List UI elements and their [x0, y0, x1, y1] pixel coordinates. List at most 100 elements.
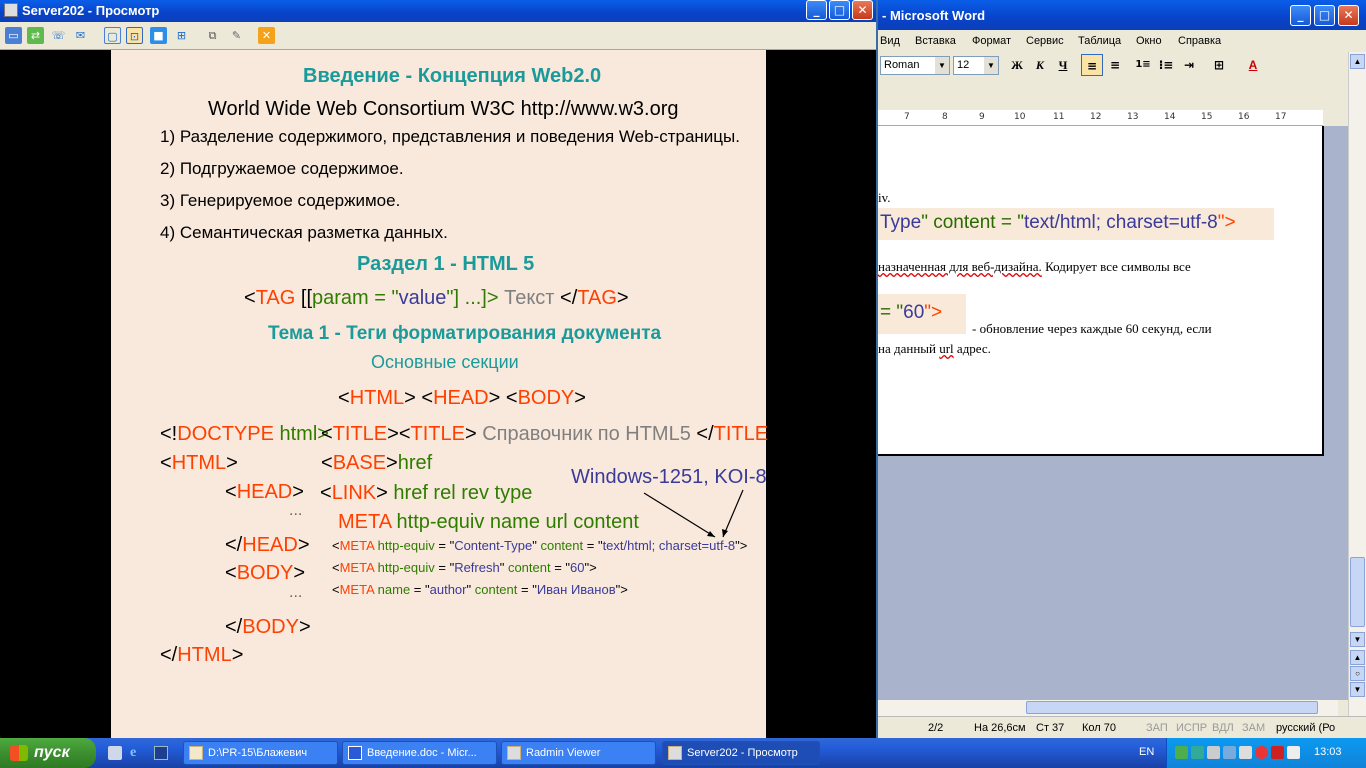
app-icon: [4, 3, 18, 17]
status-language: русский (Ро: [1276, 722, 1336, 734]
doc-text-line: назначенная для веб-дизайна. Кодирует вс…: [878, 259, 1191, 275]
menu-format[interactable]: Формат: [972, 35, 1011, 47]
next-page-icon[interactable]: ▼: [1350, 682, 1365, 697]
word-minimize-button[interactable]: _: [1290, 5, 1311, 26]
doc-code-image-1: Type" content = "text/html; charset=utf-…: [878, 208, 1274, 240]
antivirus-icon[interactable]: [1271, 746, 1284, 759]
word-menubar: Вид Вставка Формат Сервис Таблица Окно С…: [878, 30, 1366, 52]
arrow-head: [707, 531, 715, 537]
ruler-mark: 8: [942, 112, 948, 122]
doc-code-image-2: = "60">: [878, 294, 966, 334]
radmin-icon: [507, 746, 521, 760]
folder-icon: [189, 746, 203, 760]
media-icon[interactable]: [154, 746, 168, 760]
radmin-titlebar[interactable]: Server202 - Просмотр _ □ ✕: [0, 0, 876, 22]
word-titlebar[interactable]: - Microsoft Word _ □ ✕: [878, 0, 1366, 30]
doc-text-span: назначенная для веб-дизайна.: [878, 259, 1042, 274]
clock[interactable]: 13:03: [1314, 746, 1342, 758]
scrollbar-thumb[interactable]: [1350, 557, 1365, 627]
fit-screen-icon[interactable]: ⊡: [126, 27, 143, 44]
scroll-down-icon[interactable]: ▼: [1350, 632, 1365, 647]
code-text: = ": [880, 302, 904, 323]
font-color-icon[interactable]: A: [1242, 54, 1264, 76]
borders-icon[interactable]: ⊞: [1208, 54, 1230, 76]
status-ovr[interactable]: ЗАМ: [1242, 722, 1265, 734]
radmin-toolbar: ▭ ⇄ ☏ ✉ ▢ ⊡ ■ ⊞ ⧉ ✎ ✕: [0, 22, 876, 50]
transfer-icon[interactable]: ⇄: [27, 27, 44, 44]
horizontal-ruler[interactable]: 7 8 9 10 11 12 13 14 15 16 17: [878, 110, 1323, 126]
task-label: Введение.doc - Micr...: [367, 747, 477, 759]
full-screen-icon[interactable]: ■: [150, 27, 167, 44]
chevron-down-icon: ▼: [984, 57, 998, 74]
code-text: text/html; charset=utf-8: [1023, 212, 1218, 233]
scrollbar-thumb[interactable]: [1026, 701, 1318, 714]
opera-icon[interactable]: [1255, 746, 1268, 759]
radmin-close-button[interactable]: ✕: [852, 0, 873, 20]
network-icon[interactable]: [1175, 746, 1188, 759]
numbered-list-icon[interactable]: 1≡: [1132, 54, 1154, 76]
ruler-mark: 12: [1090, 112, 1102, 122]
start-button[interactable]: пуск: [0, 738, 96, 768]
menu-help[interactable]: Справка: [1178, 35, 1221, 47]
close-session-icon[interactable]: ✕: [258, 27, 275, 44]
prev-page-icon[interactable]: ▲: [1350, 650, 1365, 665]
align-left-icon[interactable]: ≡: [1081, 54, 1103, 76]
tools-icon[interactable]: ✎: [228, 27, 245, 44]
status-ext[interactable]: ВДЛ: [1212, 722, 1234, 734]
menu-tools[interactable]: Сервис: [1026, 35, 1064, 47]
bold-button[interactable]: Ж: [1006, 54, 1028, 76]
tray-app-icon[interactable]: [1239, 746, 1252, 759]
arrow-line: [722, 489, 744, 538]
window-icon[interactable]: ▢: [104, 27, 121, 44]
scale-icon[interactable]: ⊞: [173, 27, 190, 44]
menu-window[interactable]: Окно: [1136, 35, 1162, 47]
font-size-select[interactable]: 12 ▼: [953, 56, 999, 75]
remote-screen[interactable]: Введение - Концепция Web2.0 World Wide W…: [0, 50, 876, 738]
font-name-select[interactable]: Roman ▼: [880, 56, 950, 75]
horizontal-scrollbar[interactable]: [878, 700, 1338, 716]
network-icon[interactable]: [1191, 746, 1204, 759]
menu-table[interactable]: Таблица: [1078, 35, 1121, 47]
code-text: " content = ": [921, 212, 1024, 233]
italic-button[interactable]: К: [1029, 54, 1051, 76]
show-desktop-icon[interactable]: [108, 746, 122, 760]
language-indicator[interactable]: EN: [1139, 746, 1154, 758]
document-page[interactable]: iv. Type" content = "text/html; charset=…: [878, 126, 1324, 456]
monitor-icon[interactable]: ▭: [5, 27, 22, 44]
vertical-scrollbar[interactable]: ▲ ▼ ▲ ○ ▼: [1348, 52, 1366, 738]
scroll-up-icon[interactable]: ▲: [1350, 54, 1365, 69]
monitor-icon[interactable]: [1207, 746, 1220, 759]
radmin-maximize-button[interactable]: □: [829, 0, 850, 20]
phone-icon[interactable]: ☏: [50, 27, 67, 44]
menu-insert[interactable]: Вставка: [915, 35, 956, 47]
font-size-value: 12: [957, 59, 970, 71]
start-label: пуск: [34, 744, 70, 761]
volume-icon[interactable]: [1223, 746, 1236, 759]
tray-app-icon[interactable]: [1287, 746, 1300, 759]
internet-explorer-icon[interactable]: e: [130, 745, 146, 761]
ruler-mark: 9: [979, 112, 985, 122]
taskbar-item-radmin[interactable]: Radmin Viewer: [501, 741, 656, 765]
word-status-bar: 2/2 На 26,6см Ст 37 Кол 70 ЗАП ИСПР ВДЛ …: [878, 716, 1366, 738]
bullet-list-icon[interactable]: ⁝≡: [1155, 54, 1177, 76]
task-label: D:\PR-15\Блажевич: [208, 747, 308, 759]
status-page: 2/2: [928, 722, 944, 734]
taskbar-item-server202[interactable]: Server202 - Просмотр: [662, 741, 820, 765]
word-close-button[interactable]: ✕: [1338, 5, 1359, 26]
align-center-icon[interactable]: ≡: [1104, 54, 1126, 76]
taskbar-item-folder[interactable]: D:\PR-15\Блажевич: [183, 741, 338, 765]
radmin-minimize-button[interactable]: _: [806, 0, 827, 20]
copy-icon[interactable]: ⧉: [204, 27, 221, 44]
ruler-mark: 14: [1164, 112, 1176, 122]
status-column: Кол 70: [1082, 722, 1116, 734]
chat-icon[interactable]: ✉: [72, 27, 89, 44]
taskbar-item-word[interactable]: Введение.doc - Micr...: [342, 741, 497, 765]
underline-button[interactable]: Ч: [1052, 54, 1074, 76]
status-trk[interactable]: ИСПР: [1176, 722, 1207, 734]
status-rec[interactable]: ЗАП: [1146, 722, 1168, 734]
task-label: Server202 - Просмотр: [687, 747, 798, 759]
word-maximize-button[interactable]: □: [1314, 5, 1335, 26]
indent-icon[interactable]: ⇥: [1178, 54, 1200, 76]
menu-view[interactable]: Вид: [880, 35, 900, 47]
browse-object-icon[interactable]: ○: [1350, 666, 1365, 681]
